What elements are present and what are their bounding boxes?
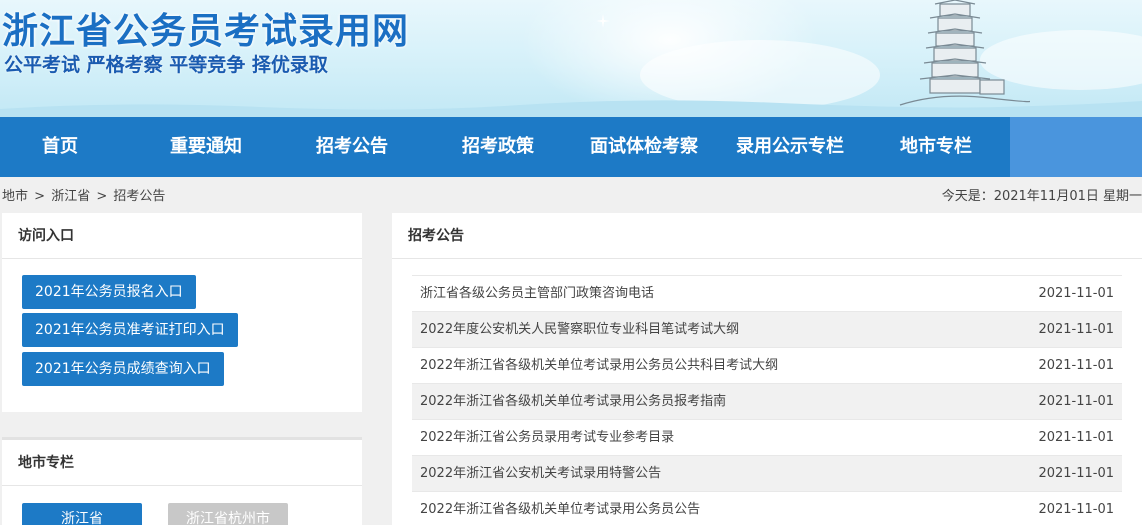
city-panel-title: 地市专栏 — [2, 440, 362, 486]
notice-date: 2021-11-01 — [1038, 358, 1114, 373]
notice-title[interactable]: 浙江省各级公务员主管部门政策咨询电话 — [420, 276, 654, 312]
registration-entry-button[interactable]: 2021年公务员报名入口 — [22, 275, 196, 309]
nav-item-city-column[interactable]: 地市专栏 — [890, 117, 982, 177]
city-panel: 地市专栏 浙江省 浙江省杭州市 — [2, 437, 362, 525]
entry-panel-title: 访问入口 — [2, 213, 362, 259]
main-nav: 首页 重要通知 招考公告 招考政策 面试体检考察 录用公示专栏 地市专栏 — [0, 117, 1142, 177]
notice-row[interactable]: 2022年浙江省公务员录用考试专业参考目录 2021-11-01 — [412, 419, 1122, 455]
nav-item-home[interactable]: 首页 — [24, 117, 96, 177]
notice-title[interactable]: 2022年浙江省各级机关单位考试录用公务员报考指南 — [420, 384, 726, 420]
breadcrumb-separator: > — [34, 189, 46, 204]
notice-title[interactable]: 2022年浙江省公务员录用考试专业参考目录 — [420, 420, 674, 456]
notice-date: 2021-11-01 — [1038, 394, 1114, 409]
notice-row[interactable]: 2022年度公安机关人民警察职位专业科目笔试考试大纲 2021-11-01 — [412, 311, 1122, 347]
nav-extra-block — [1010, 117, 1142, 177]
today-date: 今天是：2021年11月01日 星期一 — [941, 189, 1142, 204]
site-slogan: 公平考试 严格考察 平等竞争 择优录取 — [4, 54, 328, 76]
entry-panel: 访问入口 2021年公务员报名入口 2021年公务员准考证打印入口 2021年公… — [2, 213, 362, 412]
nav-item-recruitment-notices[interactable]: 招考公告 — [306, 117, 398, 177]
breadcrumb: 地市 > 浙江省 > 招考公告 — [2, 185, 167, 204]
notice-date: 2021-11-01 — [1038, 286, 1114, 301]
city-button-zhejiang[interactable]: 浙江省 — [22, 503, 142, 525]
breadcrumb-city[interactable]: 地市 — [2, 189, 28, 204]
notice-date: 2021-11-01 — [1038, 322, 1114, 337]
nav-item-interview-exam[interactable]: 面试体检考察 — [584, 117, 704, 177]
nav-item-important-notices[interactable]: 重要通知 — [160, 117, 252, 177]
notice-date: 2021-11-01 — [1038, 430, 1114, 445]
breadcrumb-province[interactable]: 浙江省 — [51, 189, 90, 204]
nav-item-hiring-publicity[interactable]: 录用公示专栏 — [730, 117, 850, 177]
breadcrumb-current[interactable]: 招考公告 — [113, 189, 165, 204]
site-title: 浙江省公务员考试录用网 — [2, 11, 410, 52]
notice-row[interactable]: 2022年浙江省各级机关单位考试录用公务员报考指南 2021-11-01 — [412, 383, 1122, 419]
sparkle-icon — [596, 14, 610, 28]
notice-row[interactable]: 2022年浙江省各级机关单位考试录用公务员公告 2021-11-01 — [412, 491, 1122, 525]
notice-row[interactable]: 2022年浙江省各级机关单位考试录用公务员公共科目考试大纲 2021-11-01 — [412, 347, 1122, 383]
city-button-hangzhou[interactable]: 浙江省杭州市 — [168, 503, 288, 525]
notice-title[interactable]: 2022年浙江省各级机关单位考试录用公务员公共科目考试大纲 — [420, 348, 778, 384]
notice-row[interactable]: 2022年浙江省公安机关考试录用特警公告 2021-11-01 — [412, 455, 1122, 491]
notice-title[interactable]: 2022年浙江省公安机关考试录用特警公告 — [420, 456, 661, 492]
site-banner: 浙江省公务员考试录用网 公平考试 严格考察 平等竞争 择优录取 — [0, 0, 1142, 117]
notice-date: 2021-11-01 — [1038, 466, 1114, 481]
notice-panel-title: 招考公告 — [392, 213, 1142, 259]
notice-title[interactable]: 2022年浙江省各级机关单位考试录用公务员公告 — [420, 492, 700, 525]
admission-ticket-print-button[interactable]: 2021年公务员准考证打印入口 — [22, 313, 238, 347]
breadcrumb-separator: > — [96, 189, 108, 204]
score-query-button[interactable]: 2021年公务员成绩查询入口 — [22, 352, 224, 386]
notice-date: 2021-11-01 — [1038, 502, 1114, 517]
nav-item-recruitment-policy[interactable]: 招考政策 — [452, 117, 544, 177]
pagoda-image — [899, 0, 1030, 106]
notice-row[interactable]: 浙江省各级公务员主管部门政策咨询电话 2021-11-01 — [412, 275, 1122, 311]
notice-title[interactable]: 2022年度公安机关人民警察职位专业科目笔试考试大纲 — [420, 312, 739, 348]
